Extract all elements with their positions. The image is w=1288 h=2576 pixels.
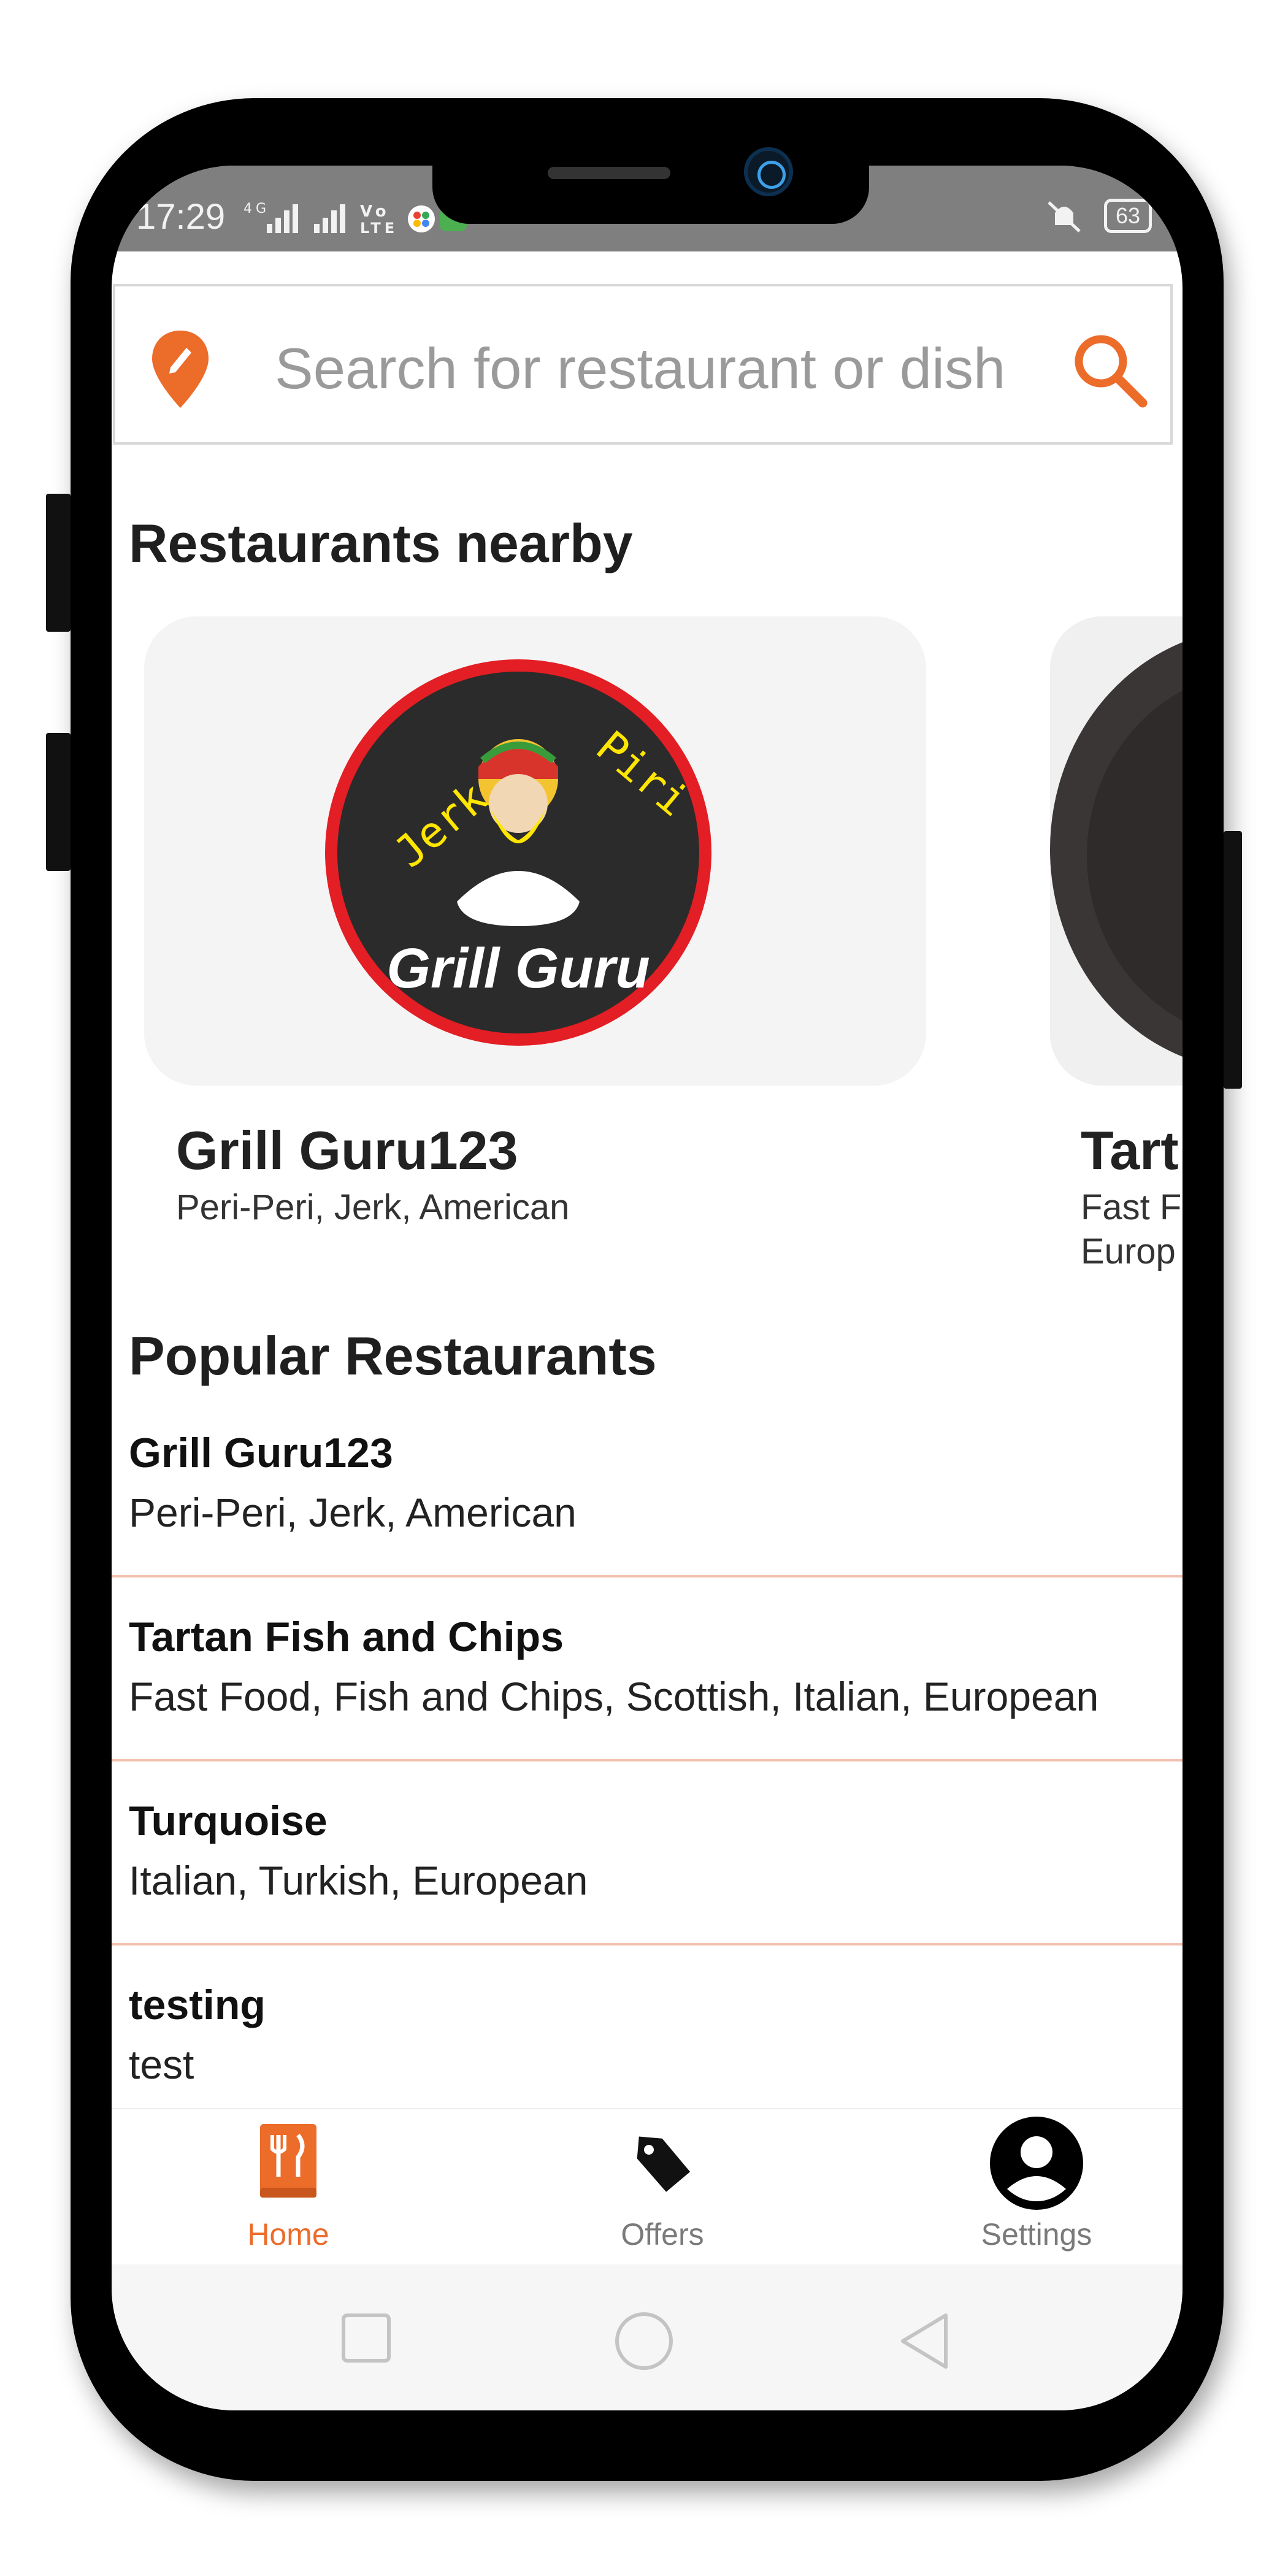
back-icon[interactable] [897,2310,952,2372]
battery-indicator: 63 [1103,199,1152,233]
card-cuisine-2-line2: Europ [1081,1232,1176,1271]
search-icon[interactable] [1069,329,1149,409]
list-item-name: testing [129,1982,266,2028]
location-pin-icon[interactable] [151,329,210,409]
recents-icon[interactable] [339,2310,394,2366]
home-system-icon[interactable] [613,2310,675,2372]
front-camera [744,147,793,196]
plate-image [1050,616,1183,1086]
search-input[interactable]: Search for restaurant or dish [275,335,1005,402]
svg-text:4G: 4G [243,201,270,217]
card-cuisine: Peri-Peri, Jerk, American [176,1187,570,1227]
nav-home-label: Home [247,2217,329,2252]
list-item-cuisine: Fast Food, Fish and Chips, Scottish, Ita… [129,1674,1099,1719]
popular-section-title: Popular Restaurants [129,1325,657,1386]
status-time: 17:29 [136,197,226,237]
phone-notch [432,141,869,224]
app-screen: 17:29 4G Vo LTE 63 Search for restaurant… [112,166,1183,2410]
restaurant-menu-icon [260,2124,316,2198]
system-nav-bar [112,2264,1183,2410]
list-item-name: Tartan Fish and Chips [129,1614,564,1660]
power-button [1224,831,1242,1089]
list-item[interactable]: Grill Guru123 Peri-Peri, Jerk, American [129,1429,1183,1536]
card-cuisine-2-line1: Fast F [1081,1187,1182,1227]
list-item-name: Turquoise [129,1798,328,1844]
volume-down-button [46,733,71,871]
nav-settings[interactable]: Settings [945,2109,1129,2266]
list-item[interactable]: testing test [129,1981,1183,2088]
nav-settings-label: Settings [981,2217,1092,2252]
search-bar[interactable]: Search for restaurant or dish [113,284,1173,445]
svg-text:Vo: Vo [360,202,390,221]
restaurant-card-image[interactable]: Jerk Piri Grill Guru [144,616,926,1086]
card-title[interactable]: Grill Guru123 [176,1119,518,1182]
divider [112,1759,1183,1761]
status-right-icons: 63 [1043,197,1152,234]
divider [112,1575,1183,1577]
bottom-nav: Home Offers Settings [112,2108,1183,2264]
speaker-grille [548,167,670,179]
list-item-cuisine: Italian, Turkish, European [129,1858,588,1903]
nearby-section-title: Restaurants nearby [129,513,633,573]
tag-icon [637,2136,691,2192]
nav-offers-label: Offers [621,2217,704,2252]
list-item-cuisine: test [129,2042,194,2087]
grill-guru-logo: Jerk Piri Grill Guru [325,659,711,1046]
list-item-name: Grill Guru123 [129,1430,393,1476]
restaurant-card-image-2[interactable] [1050,616,1183,1086]
list-item[interactable]: Tartan Fish and Chips Fast Food, Fish an… [129,1613,1183,1720]
nav-offers[interactable]: Offers [570,2109,754,2266]
mute-vibrate-icon [1048,201,1081,232]
account-circle-icon [990,2117,1083,2210]
volume-up-button [46,494,71,632]
list-item-cuisine: Peri-Peri, Jerk, American [129,1490,577,1535]
list-item[interactable]: Turquoise Italian, Turkish, European [129,1797,1183,1904]
nav-home[interactable]: Home [196,2109,380,2266]
card-title-2[interactable]: Tart [1081,1119,1179,1182]
divider [112,1943,1183,1945]
svg-text:LTE: LTE [360,220,398,236]
logo-bottom-text: Grill Guru [386,937,650,1000]
